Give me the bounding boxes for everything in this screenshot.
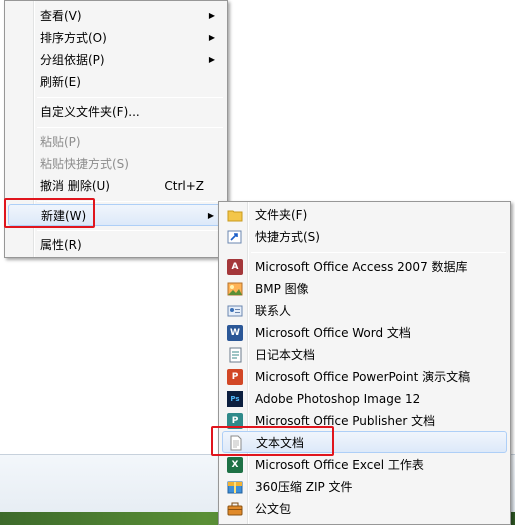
- menu-label: 联系人: [255, 304, 292, 318]
- submenu-item-briefcase[interactable]: 公文包: [222, 498, 507, 520]
- new-submenu: 文件夹(F) 快捷方式(S) A Microsoft Office Access…: [218, 201, 511, 525]
- highlight-text-doc-annotation: [211, 426, 334, 456]
- submenu-item-bmp-image[interactable]: BMP 图像: [222, 278, 507, 300]
- submenu-arrow-icon: ▶: [208, 55, 215, 64]
- powerpoint-icon: P: [227, 369, 243, 385]
- menu-separator: [37, 97, 223, 98]
- menu-item-customize-folder[interactable]: 自定义文件夹(F)...: [8, 101, 224, 123]
- menu-label: 属性(R): [40, 238, 82, 252]
- journal-icon: [227, 347, 243, 363]
- submenu-arrow-icon: ▶: [208, 11, 215, 20]
- submenu-item-zip-360[interactable]: 360压缩 ZIP 文件: [222, 476, 507, 498]
- menu-separator: [37, 127, 223, 128]
- submenu-item-word-doc[interactable]: W Microsoft Office Word 文档: [222, 322, 507, 344]
- menu-label: 粘贴(P): [40, 135, 81, 149]
- menu-label: 查看(V): [40, 9, 82, 23]
- folder-icon: [227, 207, 243, 223]
- menu-label: Adobe Photoshop Image 12: [255, 392, 421, 406]
- menu-label: 公文包: [255, 502, 292, 516]
- menu-label: 360压缩 ZIP 文件: [255, 480, 353, 494]
- menu-label: 排序方式(O): [40, 31, 107, 45]
- submenu-item-folder[interactable]: 文件夹(F): [222, 204, 507, 226]
- shortcut-icon: [227, 229, 243, 245]
- menu-separator: [37, 230, 223, 231]
- submenu-item-journal-doc[interactable]: 日记本文档: [222, 344, 507, 366]
- menu-item-sort-by[interactable]: 排序方式(O) ▶: [8, 27, 224, 49]
- menu-item-paste[interactable]: 粘贴(P): [8, 131, 224, 153]
- menu-label: 撤消 删除(U): [40, 179, 110, 193]
- menu-item-view[interactable]: 查看(V) ▶: [8, 5, 224, 27]
- menu-label: 粘贴快捷方式(S): [40, 157, 129, 171]
- menu-label: Microsoft Office Word 文档: [255, 326, 411, 340]
- menu-label: 自定义文件夹(F)...: [40, 105, 140, 119]
- menu-item-refresh[interactable]: 刷新(E): [8, 71, 224, 93]
- word-icon: W: [227, 325, 243, 341]
- submenu-arrow-icon: ▶: [208, 33, 215, 42]
- submenu-arrow-icon: ▶: [207, 211, 214, 220]
- contact-icon: [227, 303, 243, 319]
- menu-separator: [251, 252, 506, 253]
- submenu-item-access-db[interactable]: A Microsoft Office Access 2007 数据库: [222, 256, 507, 278]
- menu-label: BMP 图像: [255, 282, 309, 296]
- menu-label: 文件夹(F): [255, 208, 308, 222]
- submenu-item-powerpoint[interactable]: P Microsoft Office PowerPoint 演示文稿: [222, 366, 507, 388]
- briefcase-icon: [227, 501, 243, 517]
- keyboard-shortcut: Ctrl+Z: [164, 179, 204, 193]
- photoshop-icon: Ps: [227, 391, 243, 407]
- submenu-item-excel[interactable]: X Microsoft Office Excel 工作表: [222, 454, 507, 476]
- image-icon: [227, 281, 243, 297]
- submenu-item-contact[interactable]: 联系人: [222, 300, 507, 322]
- submenu-item-shortcut[interactable]: 快捷方式(S): [222, 226, 507, 248]
- menu-item-undo-delete[interactable]: 撤消 删除(U) Ctrl+Z: [8, 175, 224, 197]
- submenu-item-photoshop[interactable]: Ps Adobe Photoshop Image 12: [222, 388, 507, 410]
- menu-label: Microsoft Office Access 2007 数据库: [255, 260, 468, 274]
- menu-label: 分组依据(P): [40, 53, 105, 67]
- menu-label: 刷新(E): [40, 75, 81, 89]
- menu-label: 快捷方式(S): [255, 230, 320, 244]
- menu-item-paste-shortcut[interactable]: 粘贴快捷方式(S): [8, 153, 224, 175]
- access-icon: A: [227, 259, 243, 275]
- menu-label: Microsoft Office PowerPoint 演示文稿: [255, 370, 471, 384]
- archive-icon: [227, 479, 243, 495]
- menu-label: Microsoft Office Excel 工作表: [255, 458, 424, 472]
- menu-label: 日记本文档: [255, 348, 316, 362]
- highlight-new-annotation: [4, 198, 95, 228]
- excel-icon: X: [227, 457, 243, 473]
- menu-item-group-by[interactable]: 分组依据(P) ▶: [8, 49, 224, 71]
- menu-item-properties[interactable]: 属性(R): [8, 234, 224, 256]
